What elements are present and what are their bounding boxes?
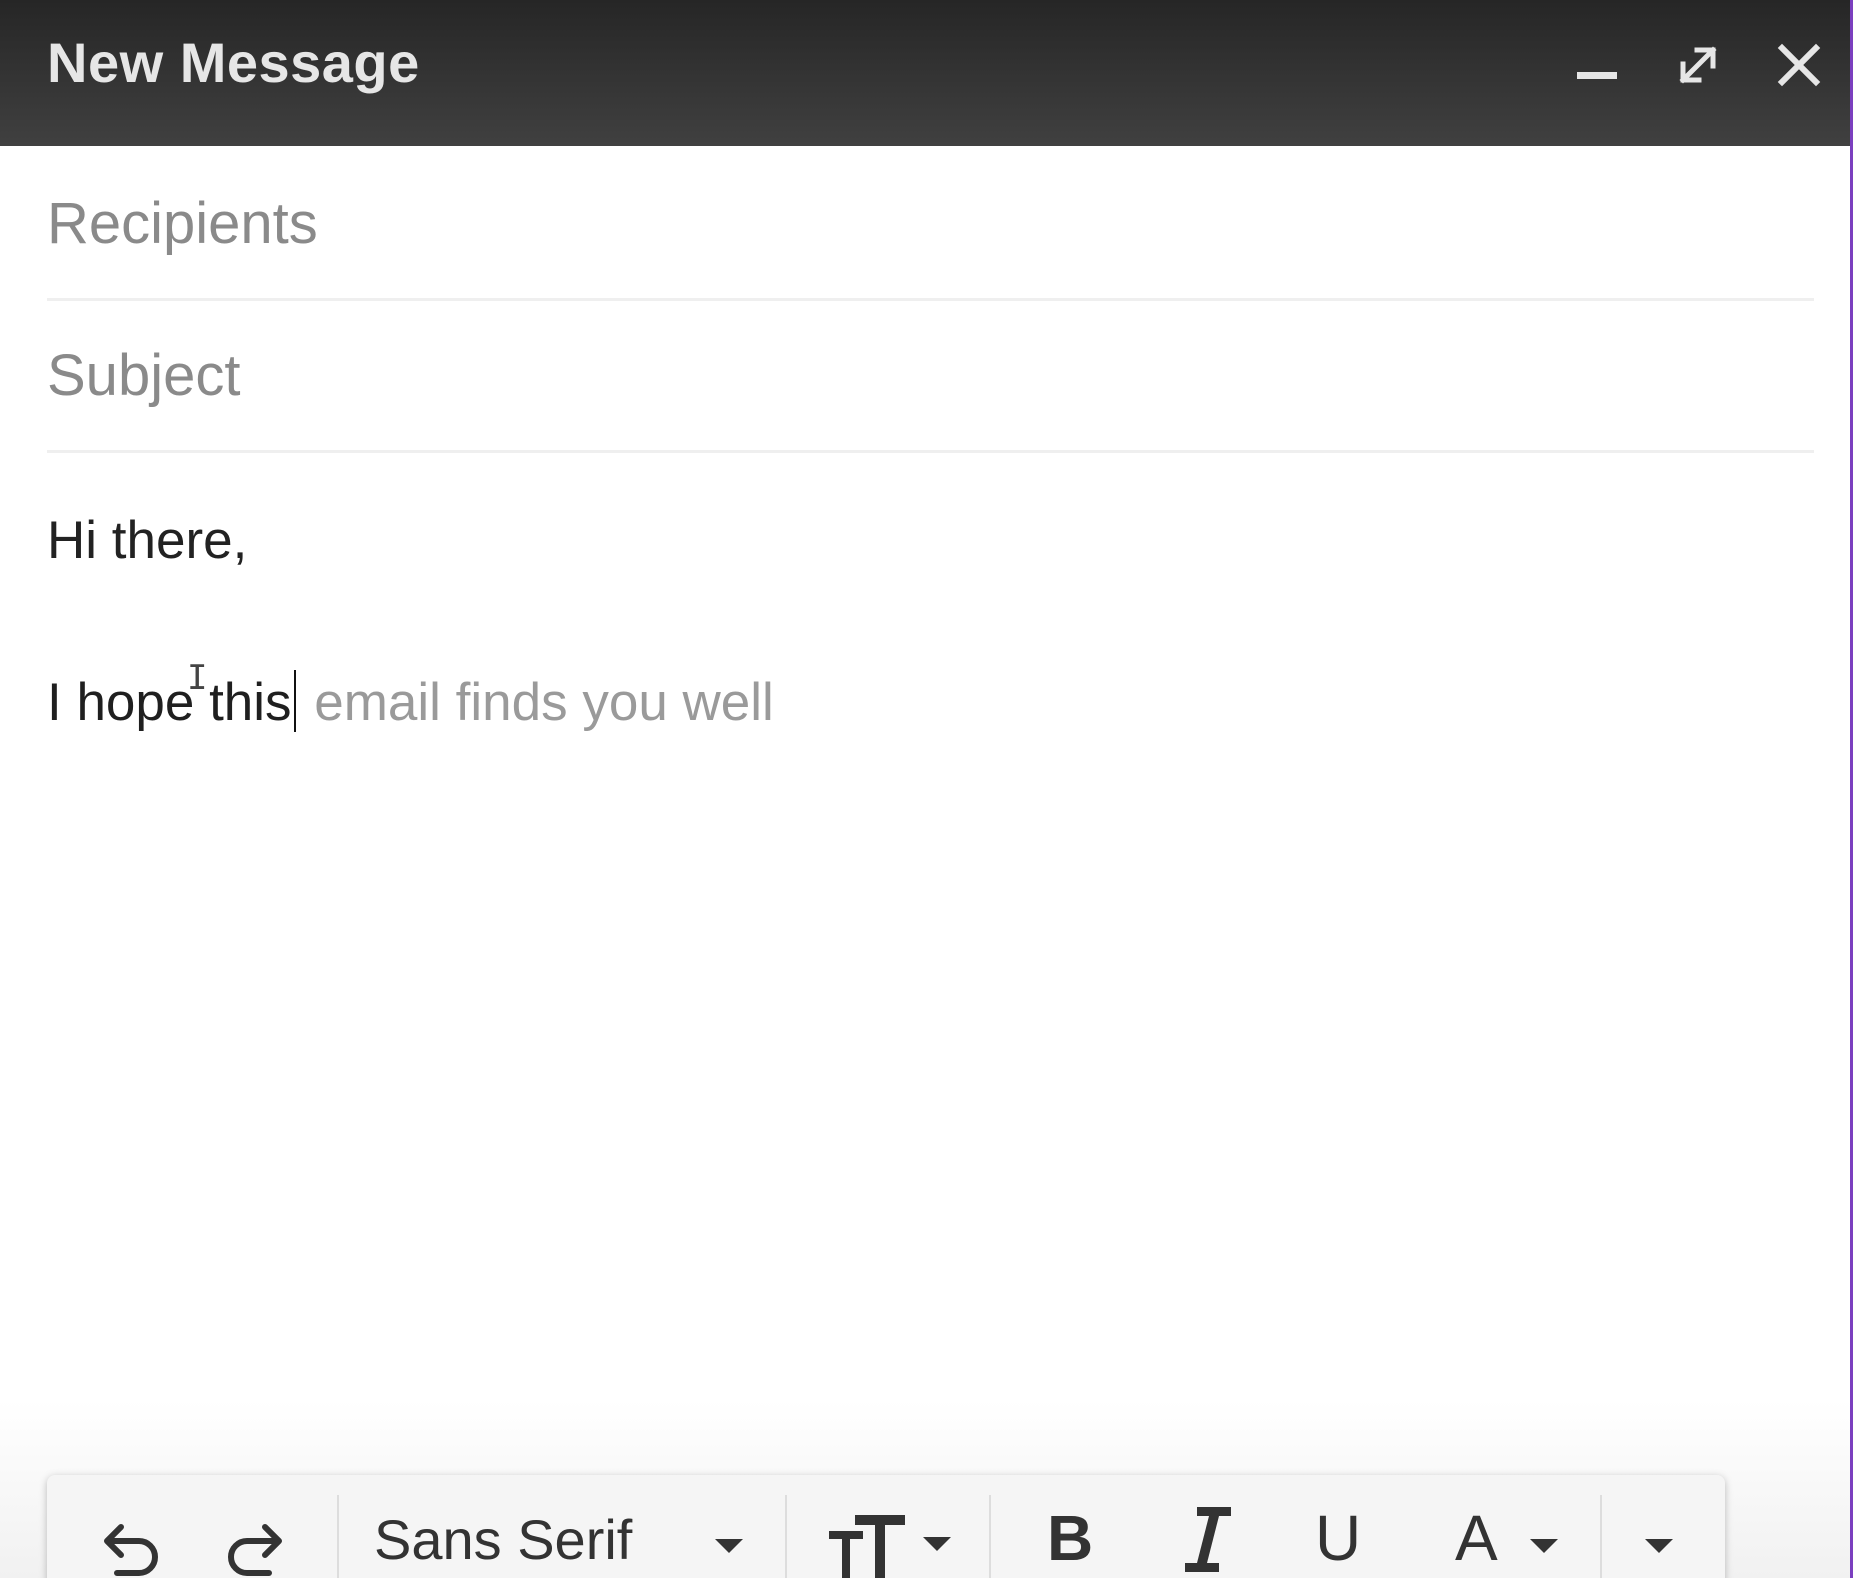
font-size-button[interactable]: [825, 1493, 965, 1578]
undo-button[interactable]: [87, 1493, 167, 1578]
minimize-icon: [1577, 72, 1617, 79]
minimize-button[interactable]: [1563, 32, 1629, 98]
window-title: New Message: [47, 31, 420, 94]
subject-input[interactable]: [47, 300, 1814, 450]
typed-text: I hope this: [47, 673, 292, 732]
body-line: Hi there,: [47, 511, 248, 570]
message-body[interactable]: Hi there, I hope this email finds you we…: [47, 470, 1807, 1420]
text-size-icon: [829, 1515, 951, 1578]
italic-icon: [1185, 1507, 1231, 1572]
text-color-button[interactable]: A: [1455, 1501, 1498, 1575]
toolbar-divider: [337, 1495, 339, 1578]
toolbar-divider: [785, 1495, 787, 1578]
title-bar[interactable]: New Message: [0, 0, 1850, 146]
ibeam-cursor-icon: I: [187, 658, 208, 698]
recipients-input[interactable]: [47, 148, 1814, 298]
subject-field: [47, 300, 1814, 453]
compose-window: New Message Recipients Subject Hi there,…: [0, 0, 1853, 1578]
undo-icon: [104, 1524, 158, 1576]
text-cursor: [293, 670, 296, 732]
close-icon: [1777, 43, 1821, 87]
font-family-select[interactable]: Sans Serif: [374, 1507, 632, 1572]
expand-icon: [1679, 46, 1717, 84]
recipients-field: [47, 148, 1814, 301]
more-formatting-button[interactable]: [1645, 1539, 1673, 1553]
redo-icon: [228, 1524, 282, 1576]
chevron-down-icon[interactable]: [1530, 1539, 1558, 1553]
italic-button[interactable]: [1183, 1501, 1233, 1578]
chevron-down-icon[interactable]: [715, 1539, 743, 1553]
toolbar-divider: [989, 1495, 991, 1578]
smart-compose-suggestion[interactable]: email finds you well: [300, 673, 774, 732]
toolbar-divider: [1600, 1495, 1602, 1578]
bold-button[interactable]: B: [1047, 1501, 1093, 1575]
formatting-toolbar: Sans Serif B U A: [47, 1475, 1725, 1578]
close-button[interactable]: [1766, 32, 1832, 98]
redo-button[interactable]: [219, 1493, 299, 1578]
underline-button[interactable]: U: [1315, 1501, 1361, 1575]
body-line: I hope this email finds you well: [47, 670, 774, 733]
full-screen-button[interactable]: [1665, 32, 1731, 98]
